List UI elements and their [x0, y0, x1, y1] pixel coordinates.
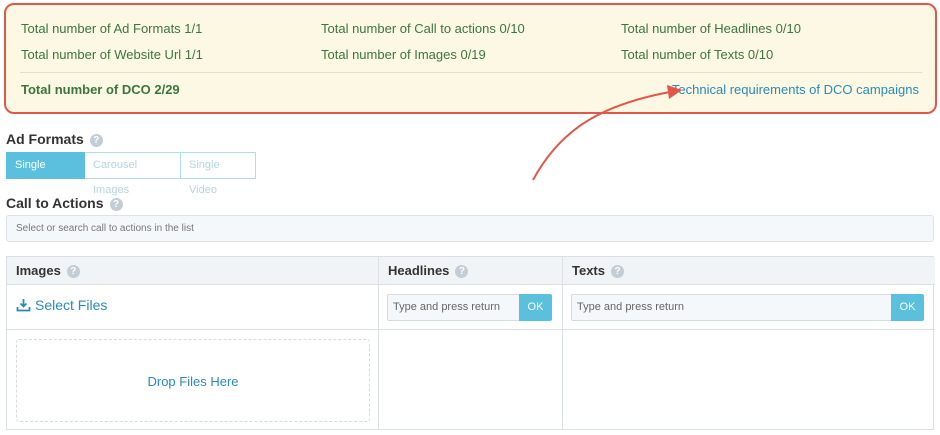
images-title: Images	[16, 263, 61, 278]
images-header: Images?	[7, 257, 378, 285]
images-count: Total number of Images 0/19	[321, 47, 486, 62]
text-input[interactable]: Type and press return	[571, 294, 892, 321]
ad-formats-heading: Ad Formats?	[6, 131, 103, 147]
call-to-actions-title: Call to Actions	[6, 195, 104, 211]
headlines-title: Headlines	[388, 263, 450, 278]
texts-column: Texts? Type and press return OK	[563, 257, 935, 429]
texts-controls: Type and press return OK	[563, 285, 935, 330]
technical-requirements-link[interactable]: Technical requirements of DCO campaigns	[672, 82, 919, 97]
select-files-label: Select Files	[35, 297, 108, 313]
headline-ok-button[interactable]: OK	[519, 294, 552, 321]
drop-files-zone[interactable]: Drop Files Here	[16, 339, 370, 422]
texts-count: Total number of Texts 0/10	[621, 47, 774, 62]
ad-formats-title: Ad Formats	[6, 131, 84, 147]
ad-format-selector: Single Image Carousel Images Single Vide…	[6, 152, 256, 196]
creatives-grid: Images? Select Files Drop Files Here Hea…	[6, 256, 935, 430]
summary-divider	[20, 72, 922, 73]
texts-help-icon[interactable]: ?	[611, 265, 624, 278]
carousel-images-button[interactable]: Carousel Images	[85, 152, 181, 196]
images-controls: Select Files	[7, 285, 378, 330]
call-to-actions-heading: Call to Actions?	[6, 195, 123, 211]
headline-input[interactable]: Type and press return	[387, 294, 520, 321]
single-image-button[interactable]: Single Image	[6, 152, 85, 196]
website-url-count: Total number of Website Url 1/1	[21, 47, 203, 62]
headlines-column: Headlines? Type and press return OK	[379, 257, 563, 429]
images-column: Images? Select Files Drop Files Here	[7, 257, 379, 429]
dco-summary-panel: Total number of Ad Formats 1/1 Total num…	[4, 3, 937, 114]
call-to-actions-count: Total number of Call to actions 0/10	[321, 21, 525, 36]
call-to-actions-select[interactable]: Select or search call to actions in the …	[6, 215, 934, 242]
texts-header: Texts?	[563, 257, 935, 285]
ad-formats-help-icon[interactable]: ?	[89, 134, 103, 147]
call-to-actions-help-icon[interactable]: ?	[109, 198, 123, 211]
headlines-help-icon[interactable]: ?	[455, 265, 469, 278]
headlines-count: Total number of Headlines 0/10	[621, 21, 801, 36]
texts-title: Texts	[572, 263, 605, 278]
download-icon	[16, 299, 31, 312]
total-dco-count: Total number of DCO 2/29	[21, 82, 180, 97]
images-help-icon[interactable]: ?	[66, 265, 80, 278]
ad-formats-count: Total number of Ad Formats 1/1	[21, 21, 203, 36]
text-ok-button[interactable]: OK	[891, 294, 924, 321]
headlines-header: Headlines?	[379, 257, 562, 285]
single-video-button[interactable]: Single Video	[181, 152, 256, 196]
select-files-button[interactable]: Select Files	[16, 297, 107, 313]
headlines-controls: Type and press return OK	[379, 285, 562, 330]
